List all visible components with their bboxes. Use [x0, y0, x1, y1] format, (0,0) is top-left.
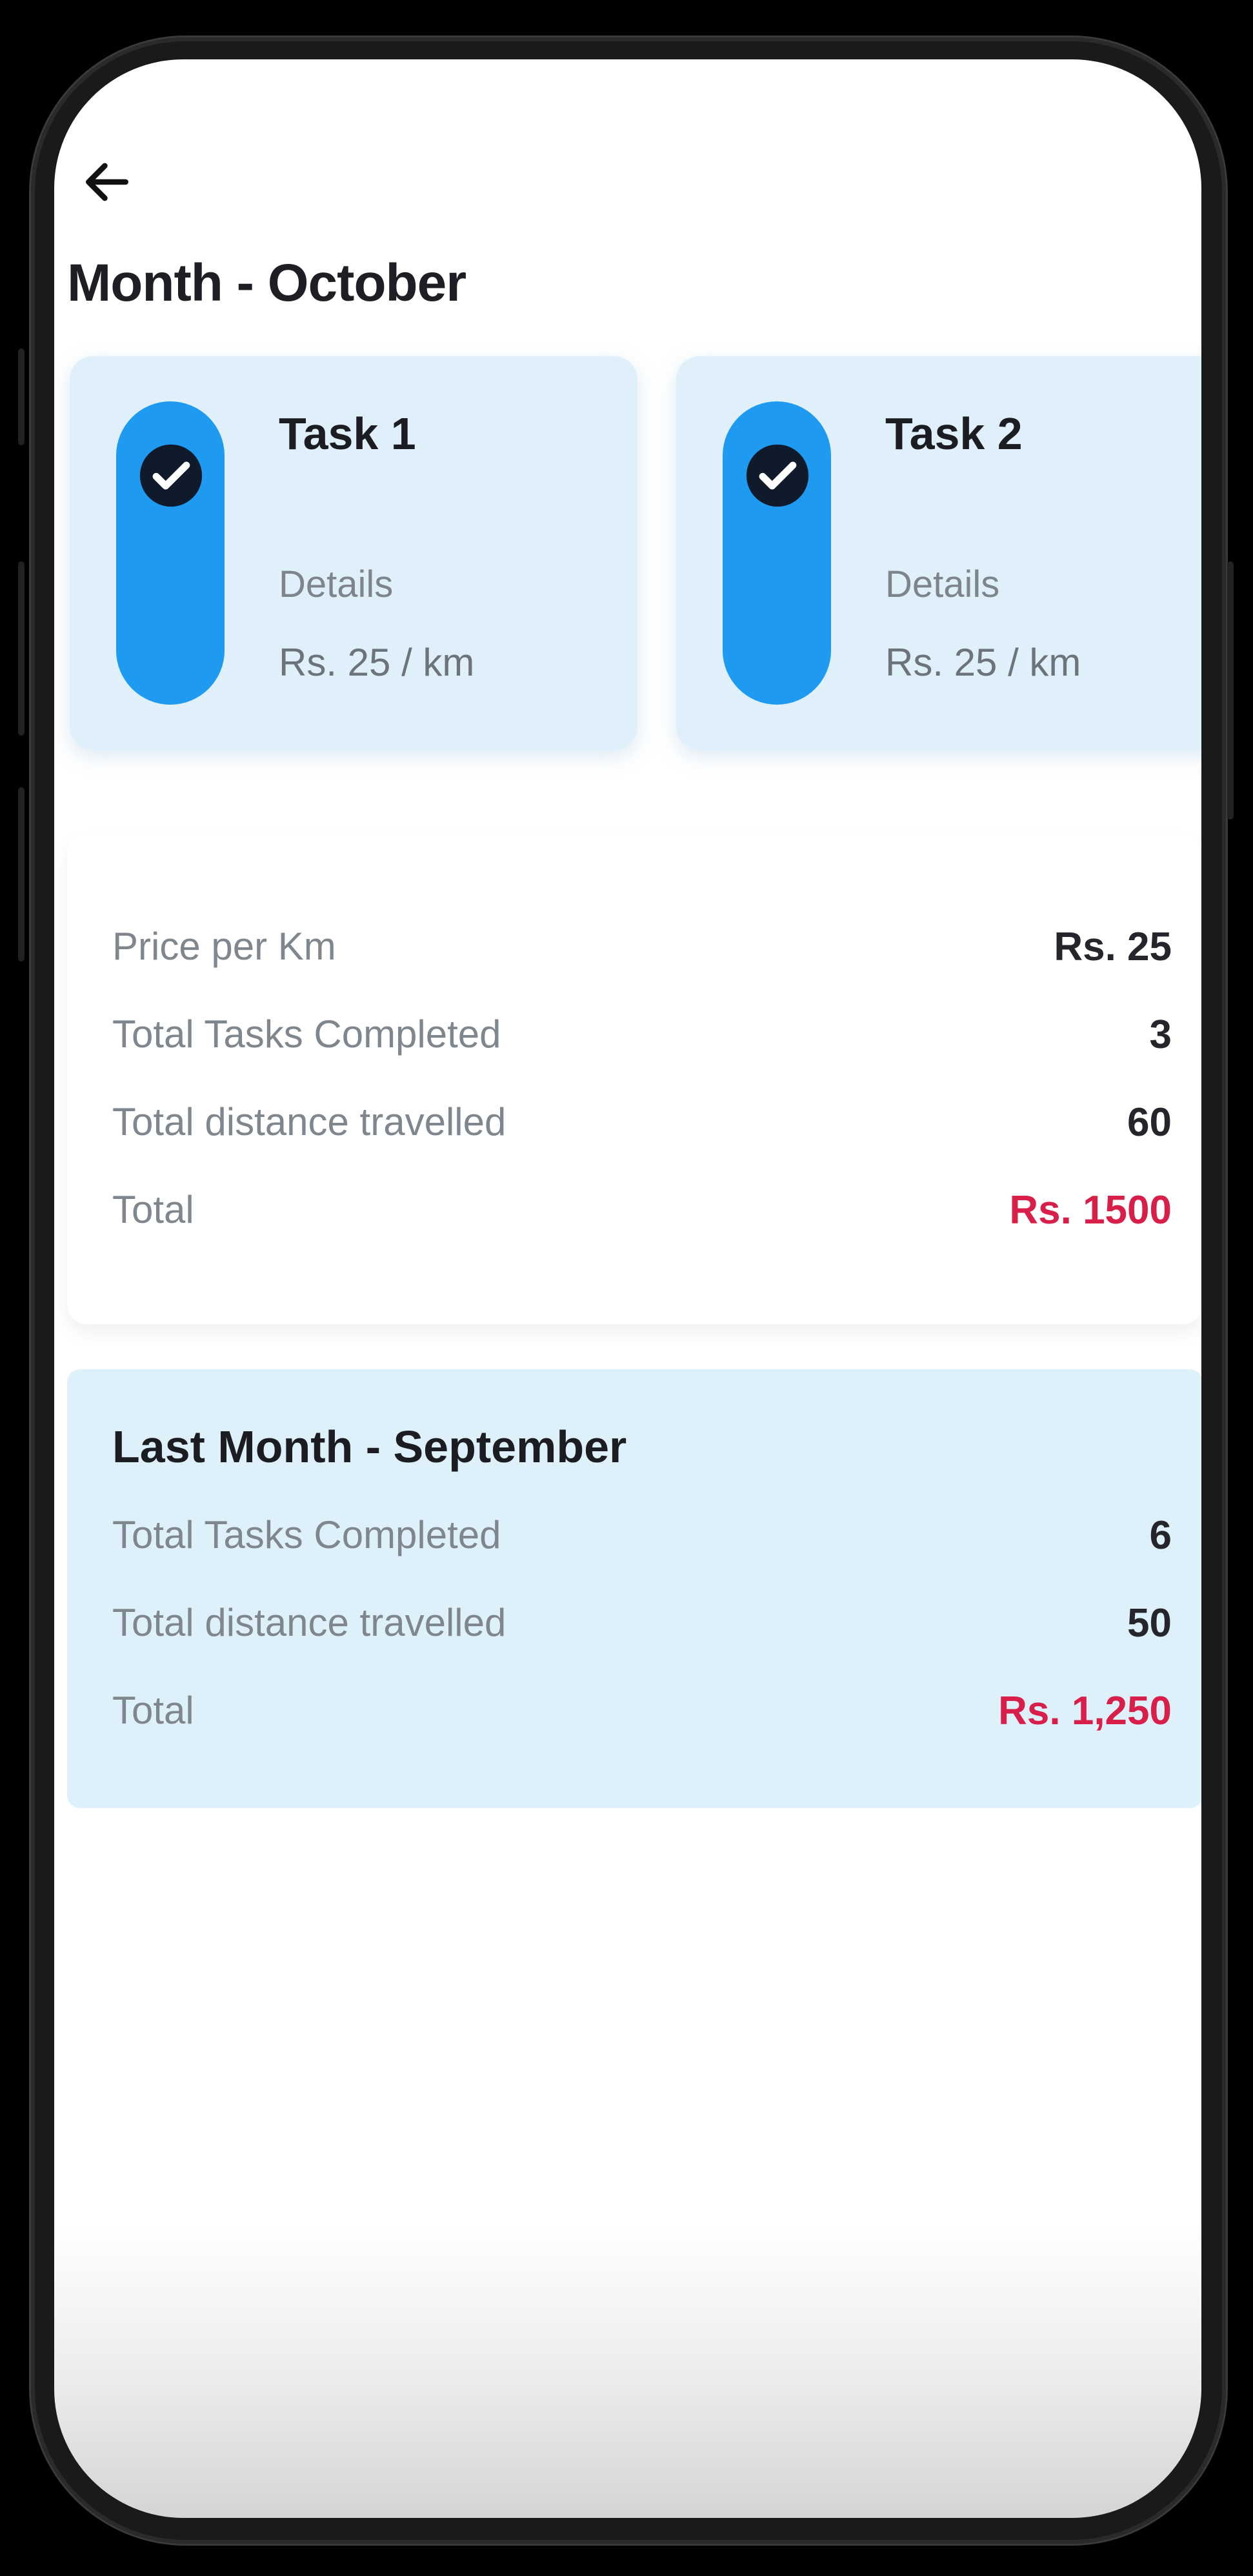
stat-label: Price per Km	[112, 925, 336, 968]
stat-value: Rs. 25	[1054, 925, 1172, 969]
distance-travelled-row: Total distance travelled 50	[112, 1600, 1172, 1652]
stat-label: Total	[112, 1188, 194, 1231]
task-rate: Rs. 25 / km	[885, 641, 1081, 684]
side-button	[18, 348, 25, 445]
power-button	[1227, 561, 1234, 820]
stat-label: Total	[112, 1689, 194, 1732]
task-rate: Rs. 25 / km	[279, 641, 475, 684]
task-details-link[interactable]: Details	[885, 563, 999, 606]
arrow-left-icon	[86, 163, 128, 201]
task-card[interactable]: Task 2 Details Rs. 25 / km	[676, 356, 1201, 750]
stat-value: 60	[1127, 1100, 1172, 1145]
task-title: Task 1	[279, 408, 416, 459]
task-details-link[interactable]: Details	[279, 563, 393, 606]
volume-down-button	[18, 787, 25, 961]
check-circle-icon	[139, 444, 203, 507]
price-per-km-row: Price per Km Rs. 25	[112, 924, 1172, 976]
last-month-summary: Last Month - September Total Tasks Compl…	[67, 1369, 1201, 1808]
stat-label: Total distance travelled	[112, 1100, 506, 1143]
total-row: Total Rs. 1,250	[112, 1688, 1172, 1740]
volume-up-button	[18, 561, 25, 736]
current-month-summary: Price per Km Rs. 25 Total Tasks Complete…	[67, 834, 1201, 1324]
task-title: Task 2	[885, 408, 1023, 459]
total-row: Total Rs. 1500	[112, 1187, 1172, 1239]
stat-label: Total Tasks Completed	[112, 1012, 501, 1056]
app-screen: Month - October Task 1 Details Rs. 25 / …	[54, 59, 1201, 2518]
task-card[interactable]: Task 1 Details Rs. 25 / km	[70, 356, 637, 750]
page-title: Month - October	[67, 254, 466, 312]
stat-value: 50	[1127, 1601, 1172, 1645]
section-title: Last Month - September	[112, 1422, 627, 1472]
tasks-completed-row: Total Tasks Completed 3	[112, 1012, 1172, 1063]
stat-label: Total Tasks Completed	[112, 1513, 501, 1556]
distance-travelled-row: Total distance travelled 60	[112, 1100, 1172, 1151]
total-value: Rs. 1500	[1009, 1188, 1172, 1233]
stat-value: 6	[1149, 1513, 1172, 1558]
stat-value: 3	[1149, 1012, 1172, 1057]
total-value: Rs. 1,250	[998, 1689, 1172, 1733]
stat-label: Total distance travelled	[112, 1601, 506, 1644]
task-status-pill	[116, 401, 225, 705]
task-status-pill	[723, 401, 831, 705]
back-button[interactable]	[68, 143, 146, 221]
check-circle-icon	[746, 444, 809, 507]
tasks-completed-row: Total Tasks Completed 6	[112, 1513, 1172, 1564]
tasks-carousel[interactable]: Task 1 Details Rs. 25 / km Task 2 Detail…	[70, 356, 1201, 821]
